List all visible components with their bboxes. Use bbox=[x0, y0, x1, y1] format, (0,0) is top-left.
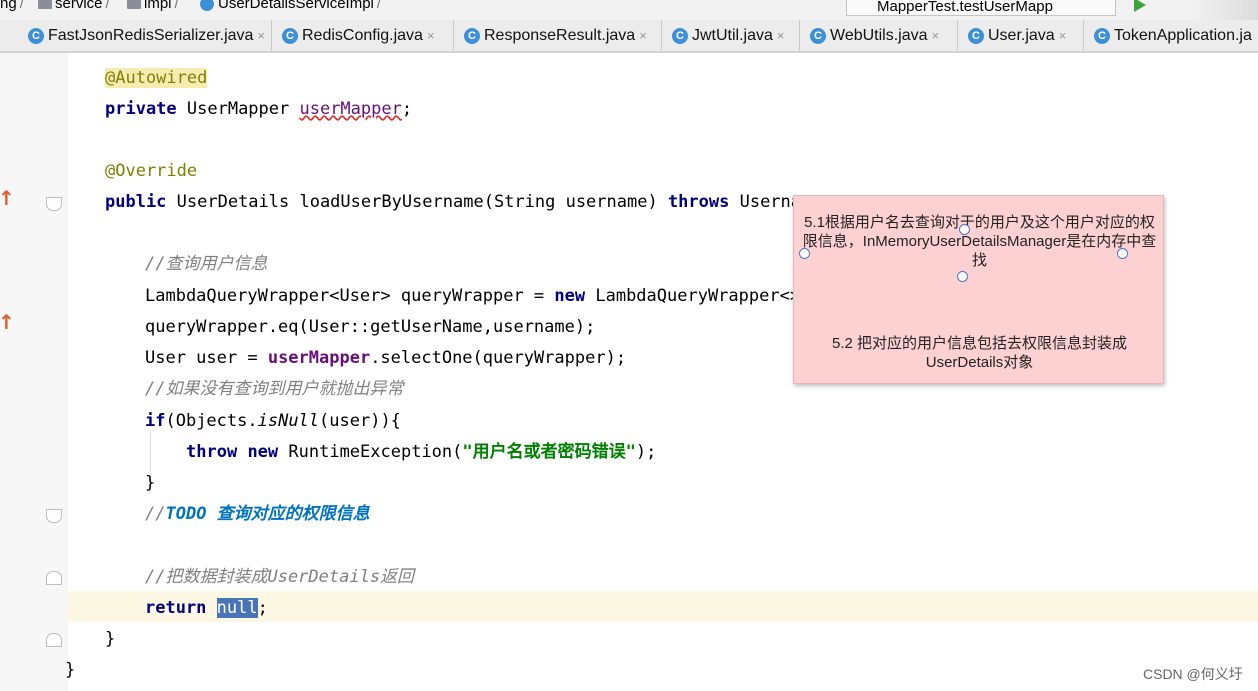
code-line: return null; bbox=[145, 598, 268, 618]
toolbar-fade bbox=[1190, 0, 1258, 20]
editor-tabs: C FastJsonRedisSerializer.java × C RedisCon… bbox=[0, 20, 1258, 53]
fold-icon[interactable] bbox=[46, 633, 62, 647]
class-icon: C bbox=[810, 27, 826, 44]
tab-fastjson-redis-serializer[interactable]: C FastJsonRedisSerializer.java × bbox=[18, 20, 272, 51]
tab-response-result[interactable]: C ResponseResult.java × bbox=[454, 20, 662, 51]
code-line: LambdaQueryWrapper<User> queryWrapper = … bbox=[145, 286, 811, 306]
class-icon bbox=[200, 0, 214, 12]
code-line: public UserDetails loadUserByUsername(St… bbox=[105, 192, 802, 212]
implements-method-icon[interactable]: ↑ bbox=[0, 310, 15, 334]
fold-icon[interactable] bbox=[46, 197, 62, 211]
code-line: @Override bbox=[105, 161, 198, 181]
code-line: //如果没有查询到用户就抛出异常 bbox=[145, 379, 404, 399]
breadcrumb-item-class[interactable]: UserDetailsServiceImpl / bbox=[200, 0, 384, 12]
resize-handle[interactable] bbox=[1117, 248, 1128, 259]
class-icon: C bbox=[28, 27, 44, 44]
close-icon[interactable]: × bbox=[257, 28, 265, 43]
close-icon[interactable]: × bbox=[639, 28, 647, 43]
callout-text-step-5-1: 5.1根据用户名去查询对于的用户及这个用户对应的权限信息，InMemoryUse… bbox=[802, 214, 1157, 269]
code-line: } bbox=[105, 629, 116, 649]
code-line: //把数据封装成UserDetails返回 bbox=[145, 567, 415, 587]
resize-handle[interactable] bbox=[959, 224, 970, 235]
close-icon[interactable]: × bbox=[1059, 28, 1067, 43]
code-line: private UserMapper userMapper; bbox=[105, 99, 413, 119]
folder-icon bbox=[127, 0, 141, 10]
code-line: if(Objects.isNull(user)){ bbox=[145, 411, 401, 431]
code-line: @Autowired bbox=[105, 68, 208, 88]
run-icon[interactable] bbox=[1134, 0, 1146, 12]
class-icon: C bbox=[464, 27, 480, 44]
close-icon[interactable]: × bbox=[427, 28, 435, 43]
editor-gutter: ↑ ↑ bbox=[0, 53, 68, 691]
code-line: } bbox=[65, 660, 76, 680]
run-configuration-select[interactable]: MapperTest.testUserMapp bbox=[846, 0, 1116, 16]
selected-text[interactable]: null bbox=[216, 598, 258, 618]
breadcrumb-item-impl[interactable]: impl / bbox=[127, 0, 182, 12]
class-icon: C bbox=[672, 27, 688, 44]
resize-handle[interactable] bbox=[799, 248, 810, 259]
tab-user[interactable]: C User.java × bbox=[958, 20, 1084, 51]
breadcrumb-item-service[interactable]: service / bbox=[38, 0, 113, 12]
breadcrumb-item-project[interactable]: ng / bbox=[0, 0, 27, 12]
fold-icon[interactable] bbox=[46, 509, 62, 523]
watermark: CSDN @何义圩 bbox=[1143, 666, 1243, 682]
tab-redis-config[interactable]: C RedisConfig.java × bbox=[272, 20, 454, 51]
resize-handle[interactable] bbox=[957, 271, 968, 282]
class-icon: C bbox=[282, 27, 298, 44]
tab-jwt-util[interactable]: C JwtUtil.java × bbox=[662, 20, 800, 51]
code-line: } bbox=[145, 473, 156, 493]
code-line: //TODO 查询对应的权限信息 bbox=[145, 504, 370, 524]
close-icon[interactable]: × bbox=[777, 28, 785, 43]
code-line: queryWrapper.eq(User::getUserName,userna… bbox=[145, 317, 596, 337]
folder-icon bbox=[38, 0, 52, 10]
class-icon: C bbox=[968, 27, 984, 44]
tab-token-application[interactable]: C TokenApplication.ja bbox=[1084, 20, 1258, 51]
code-line: //查询用户信息 bbox=[145, 254, 268, 274]
code-line: throw new RuntimeException("用户名或者密码错误"); bbox=[186, 442, 657, 462]
fold-icon[interactable] bbox=[46, 571, 62, 585]
code-line: User user = userMapper.selectOne(queryWr… bbox=[145, 348, 627, 368]
callout-text-step-5-2: 5.2 把对应的用户信息包括去权限信息封装成UserDetails对象 bbox=[831, 335, 1128, 371]
class-icon: C bbox=[1094, 27, 1110, 44]
implements-method-icon[interactable]: ↑ bbox=[0, 186, 15, 210]
close-icon[interactable]: × bbox=[932, 28, 940, 43]
navigation-bar: ng / service / impl / UserDetailsServiceImp… bbox=[0, 0, 1258, 20]
annotation-callout[interactable]: 5.1根据用户名去查询对于的用户及这个用户对应的权限信息，InMemoryUse… bbox=[793, 195, 1164, 384]
tab-web-utils[interactable]: C WebUtils.java × bbox=[800, 20, 958, 51]
